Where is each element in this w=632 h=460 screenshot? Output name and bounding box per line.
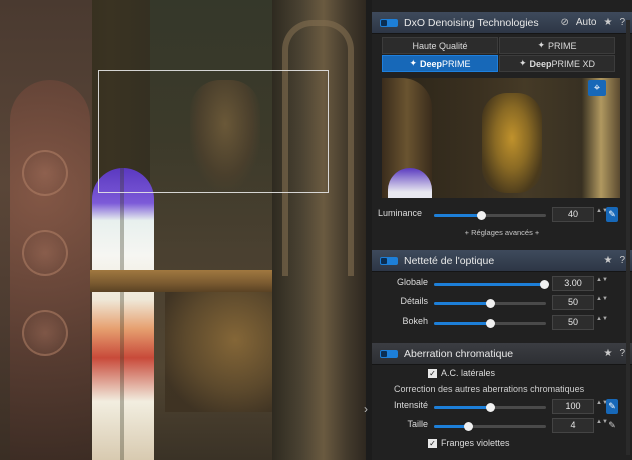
globale-slider-knob[interactable] [539, 280, 549, 289]
taille-slider-knob[interactable] [463, 422, 473, 431]
sharpness-title: Netteté de l'optique [404, 254, 495, 267]
intensite-value[interactable]: 100 [552, 399, 594, 414]
sparkle-icon: ✦ [409, 58, 417, 68]
details-slider-fill [434, 302, 490, 305]
globale-slider-fill [434, 283, 544, 286]
eyedropper-icon[interactable]: ✎ [606, 207, 618, 222]
eyedropper-icon[interactable]: ✎ [606, 418, 618, 433]
sharpness-enable-toggle[interactable] [380, 256, 398, 265]
check-icon: ✓ [428, 368, 437, 378]
other-aberrations-label: Correction des autres aberrations chroma… [394, 384, 585, 394]
taille-spinner[interactable]: ▲▼ [596, 419, 608, 425]
bokeh-slider[interactable] [434, 319, 546, 328]
luminance-value[interactable]: 40 [552, 207, 594, 222]
purple-fringing-checkbox[interactable]: ✓ Franges violettes [428, 438, 510, 448]
bokeh-spinner[interactable]: ▲▼ [596, 316, 608, 322]
denoise-section-header[interactable]: DxO Denoising Technologies ⊘ Auto ★ ? [372, 12, 632, 34]
collapse-panel-icon[interactable]: › [364, 402, 368, 416]
tab-haute-qualite[interactable]: Haute Qualité [382, 37, 498, 54]
details-label: Détails [400, 296, 428, 306]
denoise-preview-thumbnail[interactable] [382, 78, 620, 198]
photo-rosette [22, 230, 68, 276]
luminance-slider-knob[interactable] [477, 211, 487, 220]
help-icon[interactable]: ? [619, 348, 625, 359]
sharpness-row-globale: Globale 3.00 ▲▼ [372, 276, 632, 292]
taille-slider-fill [434, 425, 468, 428]
taille-label: Taille [407, 419, 428, 429]
bokeh-label: Bokeh [402, 316, 428, 326]
sharpness-row-bokeh: Bokeh 50 ▲▼ [372, 315, 632, 331]
tab-deepprime-xd-label: PRIME XD [551, 58, 596, 69]
purple-fringing-label: Franges violettes [441, 438, 510, 448]
taille-value[interactable]: 4 [552, 418, 594, 433]
sparkle-icon: ✦ [537, 40, 546, 50]
help-icon[interactable]: ? [619, 17, 625, 28]
check-icon: ✓ [428, 438, 437, 448]
photo-preview[interactable] [0, 0, 366, 460]
bokeh-slider-knob[interactable] [486, 319, 495, 328]
sharpness-row-details: Détails 50 ▲▼ [372, 295, 632, 311]
globale-label: Globale [396, 277, 428, 287]
tab-deepprime[interactable]: ✦ Deep PRIME [382, 55, 498, 72]
chromatic-row-intensite: Intensité 100 ▲▼ ✎ [372, 399, 632, 415]
tab-deepprime-bold: Deep [420, 58, 443, 69]
star-icon[interactable]: ★ [603, 17, 612, 28]
globale-slider[interactable] [434, 280, 549, 289]
panel-scrollbar[interactable] [626, 20, 630, 455]
denoise-title: DxO Denoising Technologies [404, 16, 539, 29]
intensite-label: Intensité [393, 400, 428, 410]
intensite-slider-knob[interactable] [486, 403, 495, 412]
tab-deepprime-xd[interactable]: ✦ Deep PRIME XD [499, 55, 615, 72]
eye-off-icon[interactable]: ⊘ [561, 17, 569, 28]
advanced-settings-link[interactable]: + Réglages avancés + [372, 228, 632, 237]
eyedropper-icon[interactable]: ✎ [606, 399, 618, 414]
photo-arch-right [272, 0, 366, 460]
tab-haute-qualite-label: Haute Qualité [412, 40, 468, 51]
settings-panel: DxO Denoising Technologies ⊘ Auto ★ ? Ha… [372, 0, 632, 460]
bokeh-slider-fill [434, 322, 490, 325]
chromatic-enable-toggle[interactable] [380, 349, 398, 358]
tab-deepprime-xd-bold: Deep [529, 58, 552, 69]
luminance-spinner[interactable]: ▲▼ [596, 208, 608, 214]
photo-rosette [22, 150, 68, 196]
target-icon[interactable]: ⌖ [588, 80, 606, 96]
bokeh-value[interactable]: 50 [552, 315, 594, 330]
intensite-spinner[interactable]: ▲▼ [596, 400, 608, 406]
globale-value[interactable]: 3.00 [552, 276, 594, 291]
luminance-slider[interactable] [434, 211, 546, 220]
luminance-row: Luminance 40 ▲▼ ✎ [372, 207, 632, 223]
chromatic-title: Aberration chromatique [404, 347, 514, 360]
auto-button[interactable]: Auto [576, 17, 597, 28]
sparkle-icon: ✦ [518, 58, 527, 68]
tab-deepprime-label: PRIME [442, 58, 471, 69]
photo-stained-glass-window [92, 168, 154, 460]
chromatic-row-taille: Taille 4 ▲▼ ✎ [372, 418, 632, 434]
intensite-slider[interactable] [434, 403, 546, 412]
luminance-label: Luminance [378, 208, 423, 218]
denoise-enable-toggle[interactable] [380, 18, 398, 27]
lateral-ca-checkbox[interactable]: ✓ A.C. latérales [428, 368, 495, 378]
star-icon[interactable]: ★ [603, 255, 612, 266]
photo-rosette [22, 310, 68, 356]
details-slider-knob[interactable] [486, 299, 495, 308]
tab-prime[interactable]: ✦ PRIME [499, 37, 615, 54]
taille-slider[interactable] [434, 422, 546, 431]
details-spinner[interactable]: ▲▼ [596, 296, 608, 302]
thumb-carving [482, 93, 542, 193]
details-slider[interactable] [434, 299, 546, 308]
lateral-ca-label: A.C. latérales [441, 368, 496, 378]
luminance-slider-fill [434, 214, 482, 217]
loupe-zoom-rectangle[interactable] [98, 70, 329, 193]
tab-prime-label: PRIME [548, 40, 577, 51]
details-value[interactable]: 50 [552, 295, 594, 310]
intensite-slider-fill [434, 406, 490, 409]
globale-spinner[interactable]: ▲▼ [596, 277, 608, 283]
thumb-pillar [582, 78, 620, 198]
sharpness-section-header[interactable]: Netteté de l'optique ★ ? [372, 250, 632, 272]
chromatic-section-header[interactable]: Aberration chromatique ★ ? [372, 343, 632, 365]
star-icon[interactable]: ★ [603, 348, 612, 359]
help-icon[interactable]: ? [619, 255, 625, 266]
